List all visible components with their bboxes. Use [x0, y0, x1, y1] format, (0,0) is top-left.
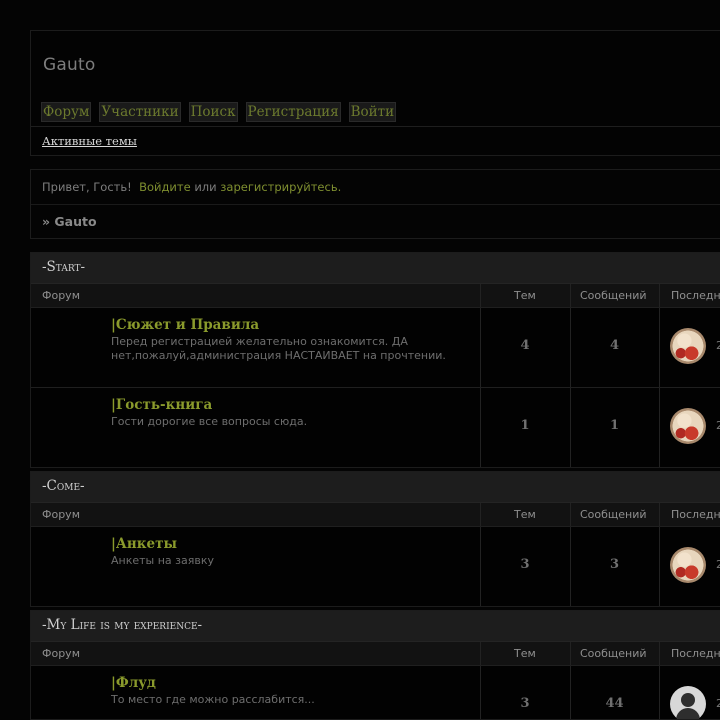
active-topics-link[interactable]: Активные темы — [42, 134, 137, 148]
forum-title[interactable]: |Сюжет и Правила — [111, 317, 259, 333]
topic-count: 1 — [520, 418, 530, 433]
breadcrumb[interactable]: » Gauto — [42, 214, 97, 229]
nav-register-link[interactable]: Регистрация — [245, 102, 341, 122]
site-header: Gauto Форум Участники Поиск Регистрация … — [30, 30, 720, 156]
forum-row: |Гость-книга Гости дорогие все вопросы с… — [31, 388, 720, 467]
category-title[interactable]: -Come- — [42, 478, 85, 494]
last-post-text[interactable]: 2 — [716, 697, 720, 710]
topic-count: 3 — [520, 696, 530, 711]
column-header: Форум Тем Сообщений Последн — [31, 284, 720, 308]
column-header: Форум Тем Сообщений Последн — [31, 642, 720, 666]
category-title[interactable]: -Start- — [42, 259, 85, 275]
nav-login-link[interactable]: Войти — [348, 102, 397, 122]
col-topics: Тем — [514, 289, 536, 302]
forum-title[interactable]: |Анкеты — [111, 536, 177, 552]
column-header: Форум Тем Сообщений Последн — [31, 503, 720, 527]
greeting-divider — [31, 204, 720, 205]
main-nav: Форум Участники Поиск Регистрация Войти — [41, 102, 404, 122]
category-header: -Come- — [31, 472, 720, 503]
greeting-line: Привет, Гость! Войдите или зарегистрируй… — [42, 180, 341, 194]
avatar[interactable] — [670, 408, 706, 444]
post-count: 44 — [605, 696, 624, 711]
col-last: Последн — [671, 508, 720, 521]
guest-avatar-icon[interactable] — [670, 686, 706, 719]
category-my-life: -My Life is my experience- Форум Тем Соо… — [30, 610, 720, 720]
nav-forum-link[interactable]: Форум — [41, 102, 92, 122]
post-count: 3 — [609, 557, 620, 572]
forum-title[interactable]: |Гость-книга — [111, 397, 212, 413]
category-start: -Start- Форум Тем Сообщений Последн |Сюж… — [30, 252, 720, 468]
greeting-box: Привет, Гость! Войдите или зарегистрируй… — [30, 169, 720, 239]
forum-description: Анкеты на заявку — [111, 554, 214, 567]
forum-description: То место где можно расслабится... — [111, 693, 315, 706]
col-forum: Форум — [42, 508, 80, 521]
forum-title[interactable]: |Флуд — [111, 675, 156, 691]
last-post-text[interactable]: 2 — [716, 419, 720, 432]
login-link[interactable]: Войдите — [139, 180, 191, 194]
category-come: -Come- Форум Тем Сообщений Последн |Анке… — [30, 471, 720, 607]
category-title[interactable]: -My Life is my experience- — [42, 617, 202, 633]
register-link[interactable]: зарегистрируйтесь. — [220, 180, 341, 194]
col-topics: Тем — [514, 508, 536, 521]
col-last: Последн — [671, 289, 720, 302]
topic-count: 3 — [520, 557, 530, 572]
col-topics: Тем — [514, 647, 536, 660]
forum-row: |Анкеты Анкеты на заявку 3 3 2 — [31, 527, 720, 606]
greeting-or: или — [194, 180, 217, 194]
col-last: Последн — [671, 647, 720, 660]
site-title[interactable]: Gauto — [43, 55, 95, 75]
last-post-text[interactable]: 2 — [716, 339, 720, 352]
forum-description: Перед регистрацией желательно ознакомитс… — [111, 335, 446, 362]
forum-row: |Сюжет и Правила Перед регистрацией жела… — [31, 308, 720, 388]
greeting-text: Привет, Гость! — [42, 180, 132, 194]
col-forum: Форум — [42, 647, 80, 660]
nav-members-link[interactable]: Участники — [99, 102, 181, 122]
nav-search-link[interactable]: Поиск — [188, 102, 238, 122]
avatar[interactable] — [670, 328, 706, 364]
category-header: -My Life is my experience- — [31, 611, 720, 642]
post-count: 4 — [609, 338, 620, 353]
forum-row: |Флуд То место где можно расслабится... … — [31, 666, 720, 719]
post-count: 1 — [609, 418, 620, 433]
forum-description: Гости дорогие все вопросы сюда. — [111, 415, 308, 428]
nav-divider — [31, 126, 720, 127]
col-posts: Сообщений — [580, 647, 647, 660]
category-header: -Start- — [31, 253, 720, 284]
last-post-text[interactable]: 2 — [716, 558, 720, 571]
col-posts: Сообщений — [580, 508, 647, 521]
topic-count: 4 — [520, 338, 530, 353]
col-forum: Форум — [42, 289, 80, 302]
avatar[interactable] — [670, 547, 706, 583]
col-posts: Сообщений — [580, 289, 647, 302]
